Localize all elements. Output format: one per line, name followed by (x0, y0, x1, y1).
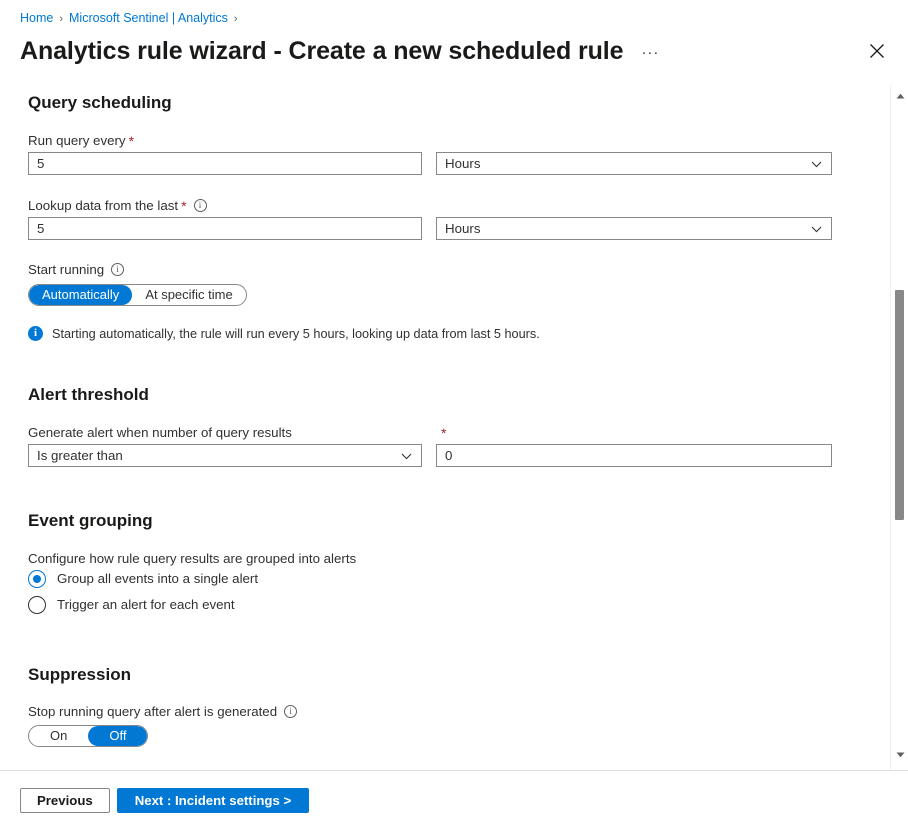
label-generate-alert: Generate alert when number of query resu… (28, 425, 292, 441)
suppression-option-off[interactable]: Off (88, 726, 147, 746)
run-query-every-input[interactable] (28, 152, 422, 175)
run-query-every-unit-select[interactable]: Hours (436, 152, 832, 175)
previous-button[interactable]: Previous (20, 788, 110, 813)
alert-threshold-operator-value: Is greater than (37, 448, 123, 463)
start-running-option-automatically[interactable]: Automatically (29, 285, 132, 305)
chevron-down-icon (401, 451, 412, 462)
section-heading-suppression: Suppression (28, 665, 131, 685)
required-asterisk: * (441, 425, 446, 441)
breadcrumb-separator: › (234, 13, 238, 25)
chevron-down-icon (811, 159, 822, 170)
alert-threshold-operator-select[interactable]: Is greater than (28, 444, 422, 467)
scroll-up-arrow-icon[interactable] (891, 89, 908, 106)
scrollbar-thumb[interactable] (895, 290, 904, 520)
start-running-toggle[interactable]: Automatically At specific time (28, 284, 247, 306)
label-stop-running-query: Stop running query after alert is genera… (28, 704, 297, 720)
scroll-down-arrow-icon[interactable] (891, 748, 908, 765)
breadcrumb: Home › Microsoft Sentinel | Analytics › (20, 9, 244, 28)
wizard-footer: Previous Next : Incident settings > (20, 788, 309, 814)
chevron-down-icon (811, 224, 822, 235)
label-stop-running-query-text: Stop running query after alert is genera… (28, 704, 277, 719)
section-heading-event-grouping: Event grouping (28, 511, 153, 531)
event-grouping-option-trigger-each-label: Trigger an alert for each event (57, 597, 235, 613)
suppression-option-on[interactable]: On (29, 726, 88, 746)
breadcrumb-item-home[interactable]: Home (20, 11, 53, 25)
scheduling-info-message-text: Starting automatically, the rule will ru… (52, 327, 540, 341)
label-run-query-every-text: Run query every (28, 133, 126, 148)
info-badge-icon (28, 326, 43, 341)
title-row: Analytics rule wizard - Create a new sch… (20, 34, 888, 72)
event-grouping-description: Configure how rule query results are gro… (28, 551, 356, 567)
radio-icon-selected[interactable] (28, 570, 46, 588)
label-lookup-data-text: Lookup data from the last (28, 198, 178, 213)
next-incident-settings-button[interactable]: Next : Incident settings > (117, 788, 309, 813)
section-heading-alert-threshold: Alert threshold (28, 385, 149, 405)
event-grouping-option-group-all[interactable]: Group all events into a single alert (28, 570, 258, 588)
start-running-option-at-specific-time[interactable]: At specific time (132, 285, 245, 305)
lookup-data-input[interactable] (28, 217, 422, 240)
close-icon[interactable] (863, 37, 891, 65)
info-icon[interactable] (111, 263, 124, 276)
label-start-running-text: Start running (28, 262, 104, 277)
analytics-rule-wizard-blade: Home › Microsoft Sentinel | Analytics › Ana… (0, 0, 908, 833)
section-heading-query-scheduling: Query scheduling (28, 93, 172, 113)
label-lookup-data: Lookup data from the last* (28, 198, 207, 214)
page-title: Analytics rule wizard - Create a new sch… (20, 34, 623, 68)
lookup-data-unit-value: Hours (445, 221, 480, 236)
suppression-toggle[interactable]: On Off (28, 725, 148, 747)
info-icon[interactable] (194, 199, 207, 212)
breadcrumb-separator: › (59, 13, 63, 25)
scheduling-info-message: Starting automatically, the rule will ru… (28, 326, 540, 342)
required-asterisk: * (181, 198, 186, 214)
run-query-every-unit-value: Hours (445, 156, 480, 171)
radio-icon-unselected[interactable] (28, 596, 46, 614)
footer-divider (0, 770, 908, 771)
label-start-running: Start running (28, 262, 124, 278)
alert-threshold-value-input[interactable] (436, 444, 832, 467)
wizard-content-scroll-area: Query scheduling Run query every* Hours … (0, 85, 890, 770)
event-grouping-option-trigger-each[interactable]: Trigger an alert for each event (28, 596, 235, 614)
vertical-scrollbar[interactable] (890, 85, 908, 770)
label-run-query-every: Run query every* (28, 133, 134, 149)
lookup-data-unit-select[interactable]: Hours (436, 217, 832, 240)
breadcrumb-item-sentinel-analytics[interactable]: Microsoft Sentinel | Analytics (69, 11, 228, 25)
required-asterisk: * (129, 133, 134, 149)
info-icon[interactable] (284, 705, 297, 718)
more-options-icon[interactable]: ··· (641, 38, 659, 68)
label-alert-threshold-value: * (441, 425, 446, 441)
event-grouping-option-group-all-label: Group all events into a single alert (57, 571, 258, 587)
